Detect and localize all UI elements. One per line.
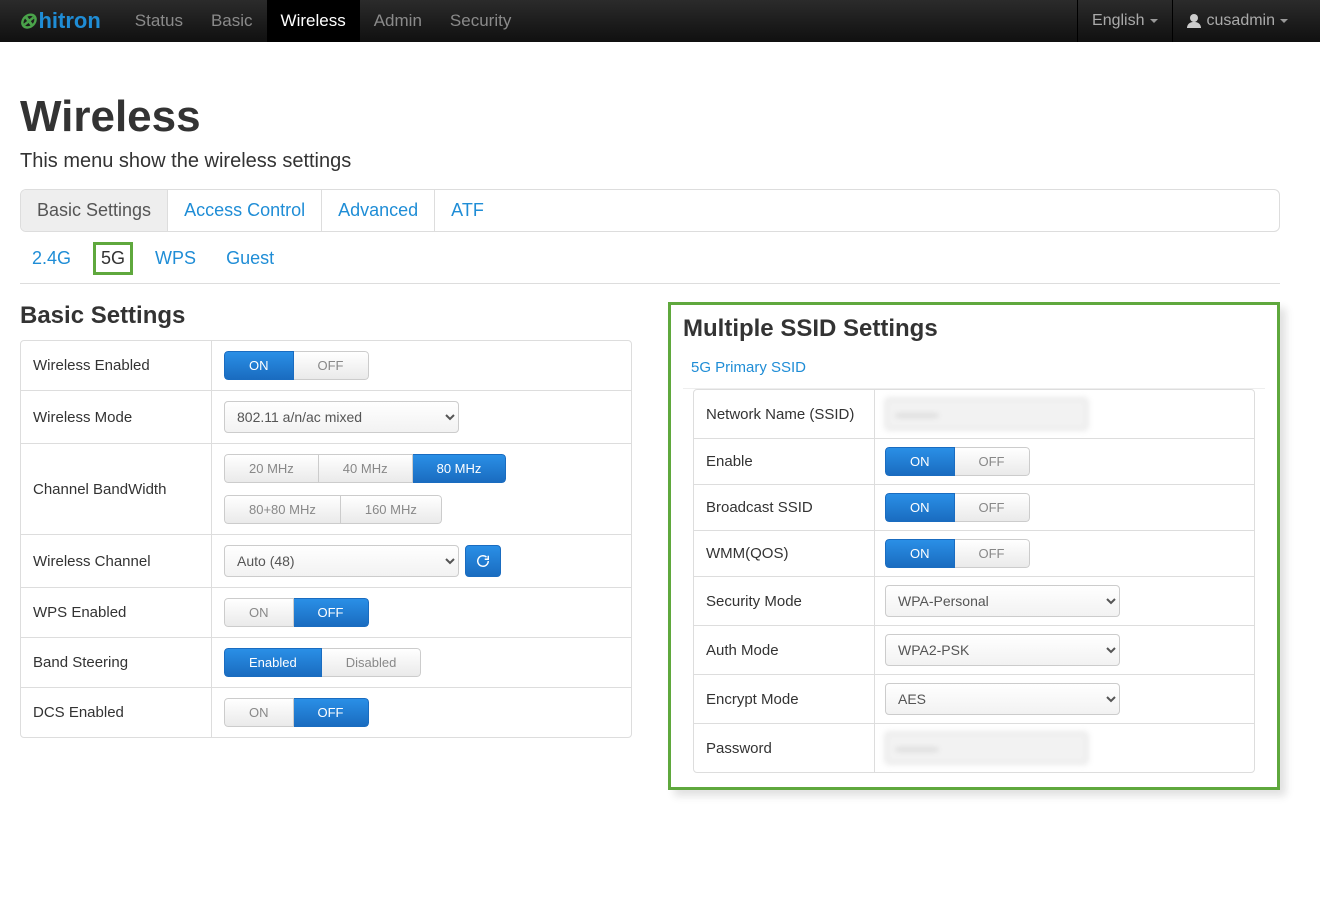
toggle-band-steering[interactable]: Enabled Disabled <box>224 648 421 677</box>
toggle-disabled[interactable]: Disabled <box>322 648 422 677</box>
tab-5g[interactable]: 5G <box>97 246 129 271</box>
toggle-off[interactable]: OFF <box>955 493 1030 522</box>
nav-basic[interactable]: Basic <box>197 0 267 42</box>
toggle-enabled[interactable]: Enabled <box>224 648 322 677</box>
tab-basic-settings[interactable]: Basic Settings <box>21 190 168 231</box>
input-password[interactable] <box>885 732 1088 764</box>
refresh-icon <box>476 554 490 568</box>
bw-20[interactable]: 20 MHz <box>224 454 319 483</box>
brand-logo: ⊗hitron <box>18 8 101 34</box>
label-dcs-enabled: DCS Enabled <box>21 690 211 735</box>
nav-status[interactable]: Status <box>121 0 197 42</box>
row-encrypt-mode: Encrypt Mode AES <box>694 675 1254 724</box>
label-wps-enabled: WPS Enabled <box>21 590 211 635</box>
page-subtitle: This menu show the wireless settings <box>20 150 1280 173</box>
tab-guest[interactable]: Guest <box>222 246 278 271</box>
row-auth-mode: Auth Mode WPA2-PSK <box>694 626 1254 675</box>
toggle-on[interactable]: ON <box>885 493 955 522</box>
row-wireless-channel: Wireless Channel Auto (48) <box>21 535 631 588</box>
toggle-wireless-enabled[interactable]: ON OFF <box>224 351 369 380</box>
row-dcs-enabled: DCS Enabled ON OFF <box>21 688 631 737</box>
toggle-off[interactable]: OFF <box>955 447 1030 476</box>
top-navbar: ⊗hitron Status Basic Wireless Admin Secu… <box>0 0 1320 42</box>
label-channel-bandwidth: Channel BandWidth <box>21 467 211 512</box>
label-network-name: Network Name (SSID) <box>694 392 874 437</box>
label-wireless-enabled: Wireless Enabled <box>21 343 211 388</box>
toggle-on[interactable]: ON <box>885 539 955 568</box>
ssid-settings-heading: Multiple SSID Settings <box>683 315 1265 343</box>
row-wireless-mode: Wireless Mode 802.11 a/n/ac mixed <box>21 391 631 444</box>
toggle-wmm[interactable]: ON OFF <box>885 539 1030 568</box>
input-network-name[interactable] <box>885 398 1088 430</box>
page-title: Wireless <box>20 92 1280 142</box>
tabs-primary: Basic Settings Access Control Advanced A… <box>20 189 1280 232</box>
label-band-steering: Band Steering <box>21 640 211 685</box>
tabs-band: 2.4G 5G WPS Guest <box>20 232 1280 284</box>
toggle-off[interactable]: OFF <box>294 598 369 627</box>
row-channel-bandwidth: Channel BandWidth 20 MHz 40 MHz 80 MHz 8… <box>21 444 631 535</box>
caret-down-icon <box>1150 19 1158 23</box>
caret-down-icon <box>1280 19 1288 23</box>
label-encrypt-mode: Encrypt Mode <box>694 677 874 722</box>
refresh-channel-button[interactable] <box>465 545 501 577</box>
toggle-off[interactable]: OFF <box>294 698 369 727</box>
bw-80[interactable]: 80 MHz <box>413 454 507 483</box>
ssid-settings-panel: Multiple SSID Settings 5G Primary SSID N… <box>668 302 1280 790</box>
user-dropdown[interactable]: cusadmin <box>1172 0 1302 42</box>
bw-80-80[interactable]: 80+80 MHz <box>224 495 341 524</box>
row-broadcast-ssid: Broadcast SSID ON OFF <box>694 485 1254 531</box>
row-enable: Enable ON OFF <box>694 439 1254 485</box>
language-dropdown[interactable]: English <box>1077 0 1171 42</box>
primary-nav: Status Basic Wireless Admin Security <box>121 0 526 42</box>
row-network-name: Network Name (SSID) <box>694 390 1254 439</box>
bw-40[interactable]: 40 MHz <box>319 454 413 483</box>
toggle-wps-enabled[interactable]: ON OFF <box>224 598 369 627</box>
row-wmm-qos: WMM(QOS) ON OFF <box>694 531 1254 577</box>
row-wireless-enabled: Wireless Enabled ON OFF <box>21 341 631 391</box>
toggle-dcs-enabled[interactable]: ON OFF <box>224 698 369 727</box>
bw-160[interactable]: 160 MHz <box>341 495 442 524</box>
bandwidth-group-1[interactable]: 20 MHz 40 MHz 80 MHz <box>224 454 506 483</box>
row-wps-enabled: WPS Enabled ON OFF <box>21 588 631 638</box>
toggle-enable[interactable]: ON OFF <box>885 447 1030 476</box>
toggle-off[interactable]: OFF <box>955 539 1030 568</box>
tab-24g[interactable]: 2.4G <box>28 246 75 271</box>
select-wireless-mode[interactable]: 802.11 a/n/ac mixed <box>224 401 459 433</box>
select-wireless-channel[interactable]: Auto (48) <box>224 545 459 577</box>
nav-admin[interactable]: Admin <box>360 0 436 42</box>
label-password: Password <box>694 726 874 771</box>
tab-atf[interactable]: ATF <box>435 190 500 231</box>
label-broadcast-ssid: Broadcast SSID <box>694 485 874 530</box>
toggle-off[interactable]: OFF <box>294 351 369 380</box>
basic-settings-heading: Basic Settings <box>20 302 632 330</box>
label-auth-mode: Auth Mode <box>694 628 874 673</box>
label-enable: Enable <box>694 439 874 484</box>
label-wireless-mode: Wireless Mode <box>21 395 211 440</box>
bandwidth-group-2[interactable]: 80+80 MHz 160 MHz <box>224 495 442 524</box>
nav-wireless[interactable]: Wireless <box>267 0 360 42</box>
ssid-tab-primary[interactable]: 5G Primary SSID <box>683 353 1265 389</box>
select-encrypt-mode[interactable]: AES <box>885 683 1120 715</box>
toggle-broadcast[interactable]: ON OFF <box>885 493 1030 522</box>
label-wmm-qos: WMM(QOS) <box>694 531 874 576</box>
basic-settings-panel: Wireless Enabled ON OFF Wireless Mode 80… <box>20 340 632 738</box>
tab-access-control[interactable]: Access Control <box>168 190 322 231</box>
label-wireless-channel: Wireless Channel <box>21 539 211 584</box>
toggle-on[interactable]: ON <box>224 351 294 380</box>
label-security-mode: Security Mode <box>694 579 874 624</box>
row-band-steering: Band Steering Enabled Disabled <box>21 638 631 688</box>
select-security-mode[interactable]: WPA-Personal <box>885 585 1120 617</box>
row-security-mode: Security Mode WPA-Personal <box>694 577 1254 626</box>
toggle-on[interactable]: ON <box>885 447 955 476</box>
toggle-on[interactable]: ON <box>224 698 294 727</box>
user-icon <box>1187 14 1201 28</box>
nav-security[interactable]: Security <box>436 0 525 42</box>
row-password: Password <box>694 724 1254 772</box>
tab-advanced[interactable]: Advanced <box>322 190 435 231</box>
tab-wps[interactable]: WPS <box>151 246 200 271</box>
toggle-on[interactable]: ON <box>224 598 294 627</box>
select-auth-mode[interactable]: WPA2-PSK <box>885 634 1120 666</box>
